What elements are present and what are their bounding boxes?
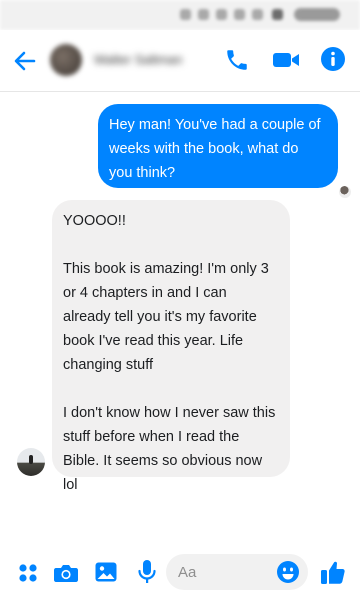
- contact-avatar[interactable]: [50, 44, 82, 76]
- contact-name[interactable]: Walter Saltman: [94, 52, 182, 68]
- cellular-icon: [216, 9, 227, 20]
- emoji-icon[interactable]: [276, 560, 300, 584]
- alarm-icon: [234, 9, 245, 20]
- bluetooth-icon: [252, 9, 263, 20]
- back-arrow-icon[interactable]: [12, 48, 38, 74]
- video-camera-icon[interactable]: [272, 48, 300, 72]
- camera-icon[interactable]: [53, 561, 79, 585]
- signal-icon: [180, 9, 191, 20]
- incoming-message[interactable]: YOOOO!! This book is amazing! I'm only 3…: [52, 200, 290, 493]
- outgoing-message[interactable]: Hey man! You've had a couple of weeks wi…: [98, 104, 338, 188]
- apps-icon[interactable]: [17, 562, 39, 584]
- battery-icon: [272, 9, 283, 20]
- seen-indicator-avatar: [339, 186, 351, 198]
- conversation-header: Walter Saltman: [0, 30, 360, 92]
- wifi-icon: [198, 9, 209, 20]
- message-text: YOOOO!! This book is amazing! I'm only 3…: [63, 213, 276, 493]
- phone-icon[interactable]: [224, 47, 250, 73]
- gallery-icon[interactable]: [94, 560, 118, 584]
- clock: [294, 8, 340, 21]
- info-icon[interactable]: [320, 46, 346, 72]
- composer-bar: [0, 548, 360, 599]
- thumbs-up-icon[interactable]: [320, 558, 346, 586]
- message-text: Hey man! You've had a couple of weeks wi…: [109, 117, 321, 181]
- microphone-icon[interactable]: [136, 559, 158, 585]
- status-bar: [0, 0, 360, 30]
- sender-avatar[interactable]: [17, 448, 45, 476]
